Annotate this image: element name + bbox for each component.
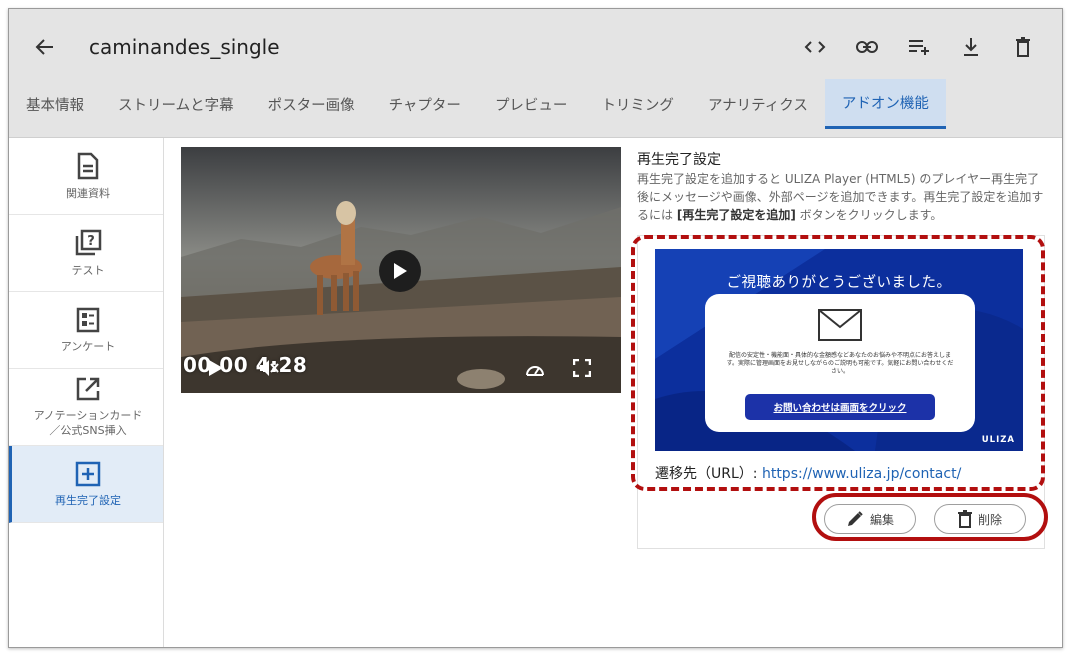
app-window: caminandes_single 基本情報 ストリームと字幕 ポスター画像 チ… <box>8 8 1063 648</box>
addon-sidebar: 関連資料 ? テスト アンケート アノテーションカード ／公式SNS挿入 再生完… <box>9 138 164 647</box>
sidebar-item-annotation-card[interactable]: アノテーションカード ／公式SNS挿入 <box>9 369 163 446</box>
playlist-add-icon <box>909 40 929 55</box>
sidebar-item-label: アンケート <box>60 339 116 353</box>
header: caminandes_single 基本情報 ストリームと字幕 ポスター画像 チ… <box>9 9 1062 138</box>
trash-icon <box>1016 37 1030 57</box>
edit-button[interactable]: 編集 <box>824 504 916 534</box>
tab-analytics[interactable]: アナリティクス <box>691 79 825 129</box>
tab-addons[interactable]: アドオン機能 <box>824 79 946 129</box>
add-to-playlist-button[interactable] <box>898 33 940 61</box>
trash-icon <box>957 510 972 528</box>
play-icon <box>209 360 223 376</box>
arrow-left-icon <box>35 39 53 55</box>
end-screen-preview-image: ご視聴ありがとうございました。 配信の安定性・機能面・具体的な金額感などあなたの… <box>655 249 1023 451</box>
tab-preview[interactable]: プレビュー <box>478 79 585 129</box>
download-button[interactable] <box>950 33 992 61</box>
copy-link-button[interactable] <box>846 33 888 61</box>
section-title: 再生完了設定 <box>637 152 721 168</box>
uliza-logo: ULIZA <box>981 435 1015 445</box>
speedometer-icon <box>526 366 544 376</box>
page-title: caminandes_single <box>89 35 280 59</box>
tab-poster-image[interactable]: ポスター画像 <box>251 79 372 129</box>
video-time-display: 00 00 4:28 <box>183 353 308 377</box>
fullscreen-icon <box>572 358 592 378</box>
banner-contact-button: お問い合わせは画面をクリック <box>745 394 935 420</box>
play-icon <box>394 263 407 279</box>
sidebar-item-label: テスト <box>71 263 105 277</box>
sidebar-item-label: 再生完了設定 <box>55 493 121 507</box>
destination-label: 遷移先（URL）: <box>655 466 762 482</box>
header-actions <box>794 33 1044 61</box>
video-play-button[interactable] <box>379 250 421 292</box>
sidebar-item-label: アノテーションカード ／公式SNS挿入 <box>33 409 143 437</box>
tab-streams-subtitles[interactable]: ストリームと字幕 <box>101 79 251 129</box>
delete-video-button[interactable] <box>1002 33 1044 61</box>
destination-url-row: 遷移先（URL）: https://www.uliza.jp/contact/ <box>655 463 961 483</box>
svg-text:?: ? <box>87 234 95 249</box>
survey-icon <box>76 307 100 332</box>
sidebar-item-playback-complete[interactable]: 再生完了設定 <box>9 446 163 523</box>
sidebar-item-test[interactable]: ? テスト <box>9 215 163 292</box>
document-icon <box>77 152 99 179</box>
back-button[interactable] <box>31 33 59 61</box>
pencil-icon <box>847 511 863 526</box>
sidebar-item-related-docs[interactable]: 関連資料 <box>9 138 163 215</box>
tab-bar: 基本情報 ストリームと字幕 ポスター画像 チャプター プレビュー トリミング ア… <box>9 79 946 137</box>
embed-code-button[interactable] <box>794 33 836 61</box>
tab-trimming[interactable]: トリミング <box>584 79 691 129</box>
link-icon <box>856 41 878 53</box>
edit-button-label: 編集 <box>869 512 894 527</box>
destination-link[interactable]: https://www.uliza.jp/contact/ <box>762 466 961 482</box>
video-fullscreen-button[interactable] <box>572 358 592 381</box>
section-description: 再生完了設定を追加すると ULIZA Player (HTML5) のプレイヤー… <box>637 170 1047 224</box>
code-icon <box>804 41 826 53</box>
delete-button-label: 削除 <box>977 512 1002 527</box>
add-box-icon <box>75 461 101 486</box>
delete-button[interactable]: 削除 <box>934 504 1026 534</box>
volume-off-icon <box>260 360 279 376</box>
banner-body-text: 配信の安定性・機能面・具体的な金額感などあなたのお悩みや不明点にお答えします。実… <box>726 352 954 375</box>
sidebar-item-label: 関連資料 <box>66 186 110 200</box>
sidebar-item-survey[interactable]: アンケート <box>9 292 163 369</box>
banner-heading: ご視聴ありがとうございました。 <box>726 275 952 291</box>
banner-inner-card: 配信の安定性・機能面・具体的な金額感などあなたのお悩みや不明点にお答えします。実… <box>705 294 975 432</box>
external-link-icon <box>76 377 100 401</box>
video-mute-button[interactable] <box>259 359 279 381</box>
description-button-name: [再生完了設定を追加] <box>676 208 796 222</box>
envelope-icon <box>818 309 862 341</box>
quiz-icon: ? <box>75 229 102 255</box>
video-speed-button[interactable] <box>525 361 545 380</box>
description-text-end: ボタンをクリックします。 <box>795 208 943 222</box>
tab-chapters[interactable]: チャプター <box>372 79 478 129</box>
video-player[interactable]: 00 00 4:28 <box>181 147 621 393</box>
download-icon <box>964 38 978 56</box>
video-small-play-button[interactable] <box>208 359 224 381</box>
tab-basic-info[interactable]: 基本情報 <box>9 79 101 129</box>
